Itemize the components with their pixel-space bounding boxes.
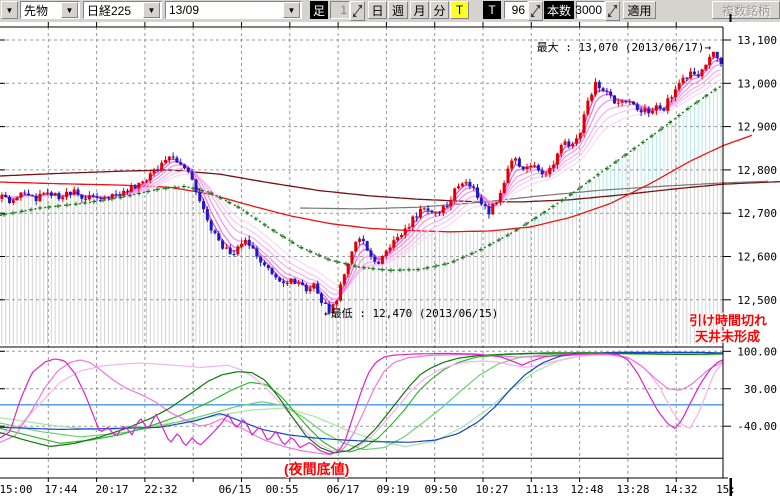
oscillator-axis-label: -40.00 bbox=[737, 420, 777, 433]
time-axis-label: 14:32 bbox=[664, 483, 697, 496]
time-axis-label: 10:27 bbox=[475, 483, 508, 496]
price-axis-label: 13,000 bbox=[737, 77, 777, 90]
time-axis-label: 15: bbox=[716, 483, 736, 496]
time-axis-label: 15:00 bbox=[0, 483, 33, 496]
time-axis-label: 11:13 bbox=[525, 483, 558, 496]
time-axis-label: 09:50 bbox=[424, 483, 457, 496]
price-axis-label: 13,100 bbox=[737, 34, 777, 47]
price-axis-label: 12,500 bbox=[737, 294, 777, 307]
min-price-annotation: ←最低 : 12,470 (2013/06/15) bbox=[324, 307, 498, 320]
oscillator-axis-label: 30.00 bbox=[744, 383, 777, 396]
note-no-ceiling: 天井未形成 bbox=[695, 326, 760, 345]
time-axis-label: 06/15 bbox=[218, 483, 251, 496]
time-axis-label: 17:44 bbox=[44, 483, 77, 496]
time-axis-label: 22:32 bbox=[144, 483, 177, 496]
note-night-bottom: (夜間底値) bbox=[284, 459, 349, 479]
price-chart-canvas[interactable]: 13,100 13,000 12,900 12,800 12,700 12,600 12,5… bbox=[0, 0, 780, 500]
time-axis-label: 00:55 bbox=[265, 483, 298, 496]
time-axis-label: 06/17 bbox=[326, 483, 359, 496]
price-axis-label: 12,700 bbox=[737, 207, 777, 220]
chart-application: ▼ 先物 ▼ 日経225 ▼ 13/09 ▼ 足 1 日 週 月 分 T T 9… bbox=[0, 0, 780, 500]
price-axis-label: 12,800 bbox=[737, 164, 777, 177]
time-axis-label: 13:28 bbox=[616, 483, 649, 496]
time-axis-label: 09:19 bbox=[376, 483, 409, 496]
price-axis-label: 12,900 bbox=[737, 121, 777, 134]
time-axis-label: 20:17 bbox=[95, 483, 128, 496]
price-axis-label: 12,600 bbox=[737, 251, 777, 264]
oscillator-axis-label: 100.00 bbox=[737, 345, 777, 358]
time-axis-label: 12:48 bbox=[570, 483, 603, 496]
max-price-annotation: 最大 : 13,070 (2013/06/17)→ bbox=[537, 40, 712, 54]
